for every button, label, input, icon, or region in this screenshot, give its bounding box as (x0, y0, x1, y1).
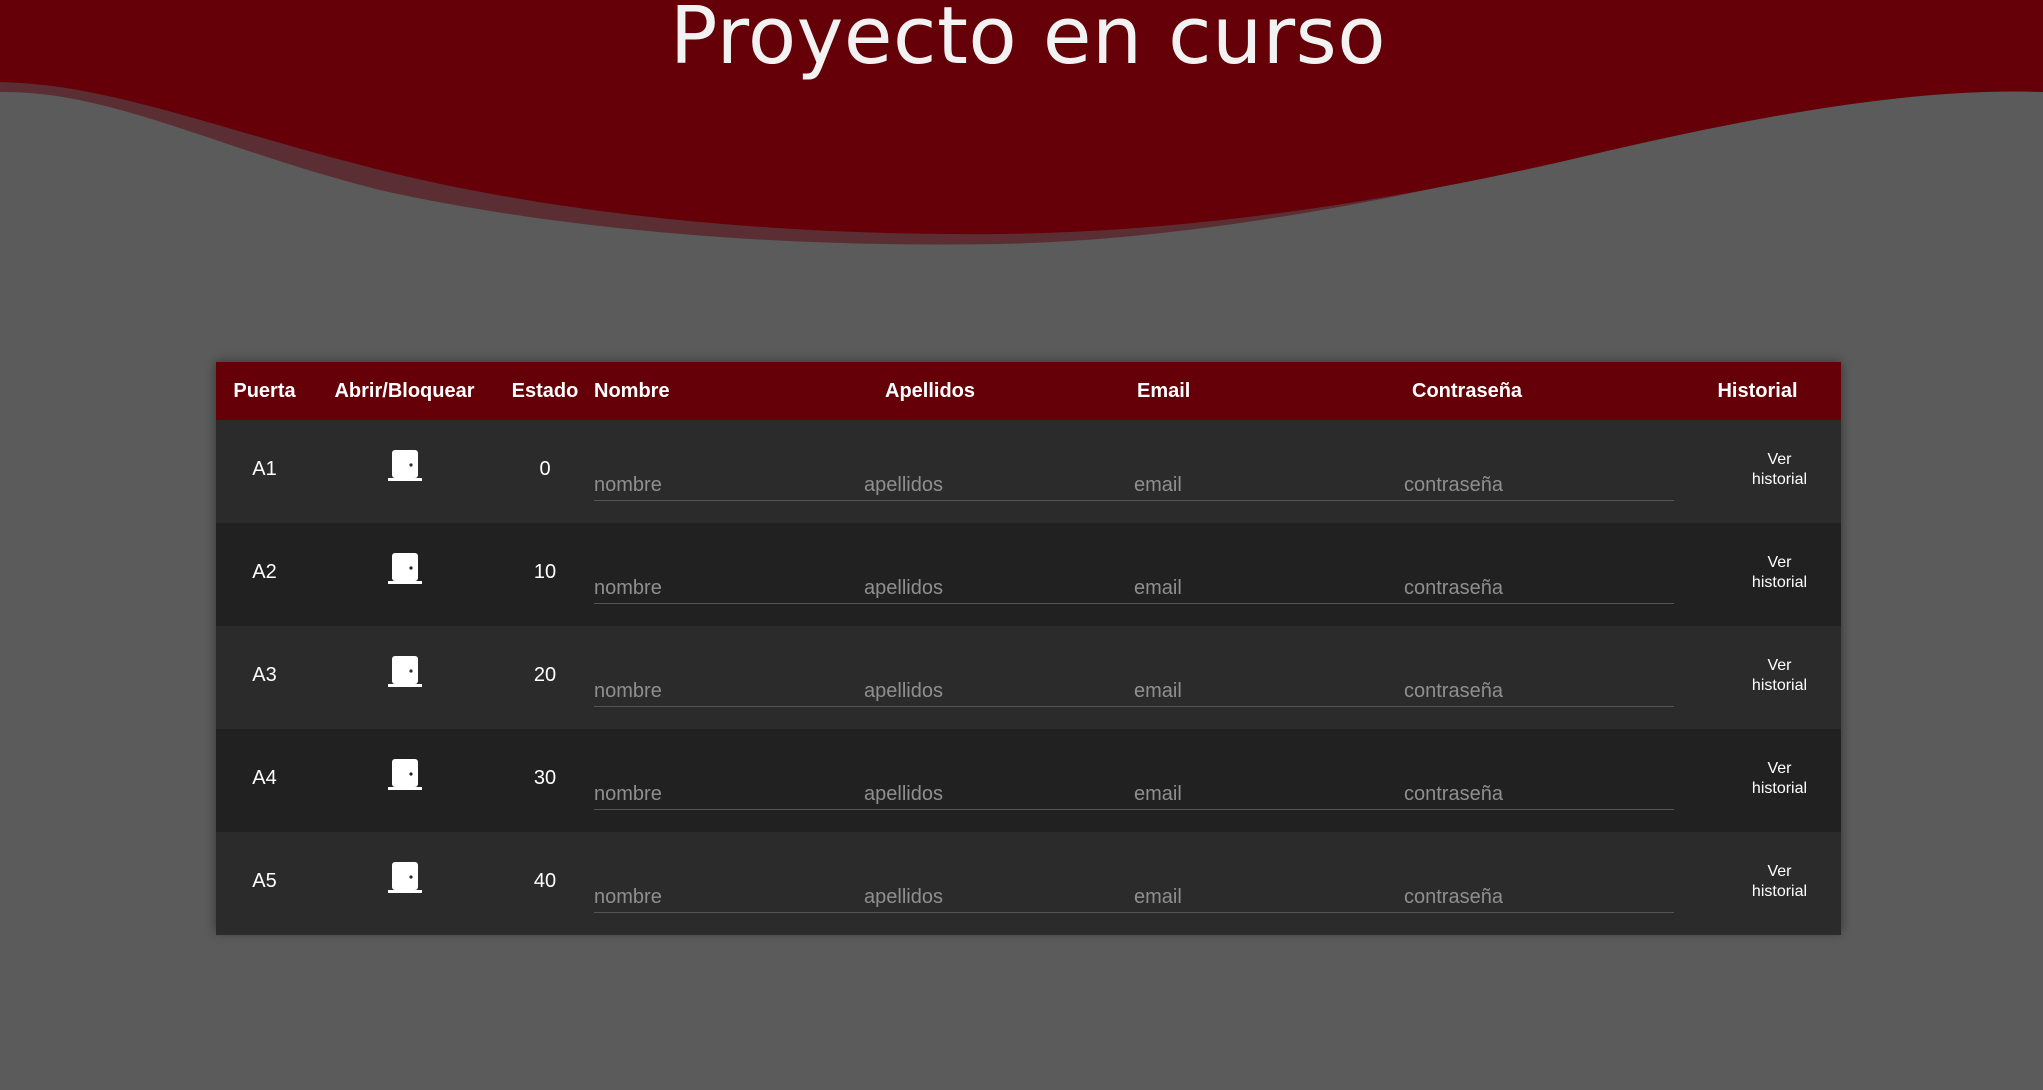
historial-cell: Ver historial (1674, 626, 1841, 729)
nombre-cell (594, 729, 864, 832)
ver-historial-button[interactable]: Ver historial (1745, 553, 1815, 593)
email-input[interactable] (1134, 883, 1404, 913)
table-row: A1 0 Ver historial (216, 420, 1841, 523)
contrasena-input[interactable] (1404, 471, 1674, 501)
apellidos-cell (864, 626, 1134, 729)
apellidos-input[interactable] (864, 883, 1134, 913)
door-icon[interactable] (387, 758, 423, 792)
header-nombre: Nombre (594, 379, 670, 402)
email-input[interactable] (1134, 677, 1404, 707)
nombre-input[interactable] (594, 780, 864, 810)
ver-historial-button[interactable]: Ver historial (1745, 656, 1815, 696)
nombre-input[interactable] (594, 677, 864, 707)
email-input[interactable] (1134, 574, 1404, 604)
historial-cell: Ver historial (1674, 832, 1841, 935)
door-id: A2 (252, 561, 277, 583)
door-state: 20 (533, 664, 557, 686)
apellidos-cell (864, 832, 1134, 935)
table-row: A2 10 Ver historial (216, 523, 1841, 626)
header-historial: Historial (1717, 379, 1798, 402)
contrasena-cell (1404, 729, 1674, 832)
door-icon[interactable] (387, 655, 423, 689)
email-input[interactable] (1134, 780, 1404, 810)
apellidos-input[interactable] (864, 471, 1134, 501)
table-row: A5 40 Ver historial (216, 832, 1841, 935)
email-cell (1134, 729, 1404, 832)
door-id: A5 (252, 870, 277, 892)
doors-table: Puerta Abrir/Bloquear Estado Nombre Apel… (216, 362, 1841, 935)
contrasena-cell (1404, 420, 1674, 523)
ver-historial-button[interactable]: Ver historial (1745, 450, 1815, 490)
apellidos-input[interactable] (864, 780, 1134, 810)
historial-cell: Ver historial (1674, 420, 1841, 523)
email-cell (1134, 626, 1404, 729)
header-estado: Estado (511, 379, 579, 402)
door-toggle-cell (313, 729, 496, 832)
header-email: Email (1137, 379, 1191, 402)
email-cell (1134, 523, 1404, 626)
door-state: 10 (533, 561, 557, 583)
historial-cell: Ver historial (1674, 729, 1841, 832)
nombre-input[interactable] (594, 883, 864, 913)
door-icon[interactable] (387, 552, 423, 586)
ver-historial-button[interactable]: Ver historial (1745, 759, 1815, 799)
table-row: A4 30 Ver historial (216, 729, 1841, 832)
header-contrasena: Contraseña (1412, 379, 1523, 402)
apellidos-cell (864, 420, 1134, 523)
header-apellidos: Apellidos (885, 379, 976, 402)
contrasena-cell (1404, 832, 1674, 935)
email-cell (1134, 420, 1404, 523)
apellidos-input[interactable] (864, 677, 1134, 707)
door-state: 30 (533, 767, 557, 789)
apellidos-input[interactable] (864, 574, 1134, 604)
door-toggle-cell (313, 832, 496, 935)
table-row: A3 20 Ver historial (216, 626, 1841, 729)
email-input[interactable] (1134, 471, 1404, 501)
ver-historial-button[interactable]: Ver historial (1745, 862, 1815, 902)
door-id: A1 (252, 458, 277, 480)
nombre-cell (594, 420, 864, 523)
nombre-input[interactable] (594, 574, 864, 604)
table-body: A1 0 Ver historial (216, 420, 1841, 935)
contrasena-input[interactable] (1404, 677, 1674, 707)
door-id: A3 (252, 664, 277, 686)
door-state: 40 (533, 870, 557, 892)
apellidos-cell (864, 729, 1134, 832)
contrasena-cell (1404, 626, 1674, 729)
door-toggle-cell (313, 523, 496, 626)
door-state: 0 (539, 458, 551, 480)
table-header: Puerta Abrir/Bloquear Estado Nombre Apel… (216, 362, 1841, 420)
contrasena-cell (1404, 523, 1674, 626)
door-icon[interactable] (387, 449, 423, 483)
header-abrir-bloquear: Abrir/Bloquear (334, 379, 475, 402)
contrasena-input[interactable] (1404, 780, 1674, 810)
doors-table-card: Puerta Abrir/Bloquear Estado Nombre Apel… (216, 362, 1841, 935)
page-title: Proyecto en curso (669, 0, 1387, 82)
header-puerta: Puerta (233, 379, 296, 402)
contrasena-input[interactable] (1404, 574, 1674, 604)
door-id: A4 (252, 767, 277, 789)
nombre-cell (594, 626, 864, 729)
door-toggle-cell (313, 420, 496, 523)
nombre-cell (594, 523, 864, 626)
contrasena-input[interactable] (1404, 883, 1674, 913)
door-icon[interactable] (387, 861, 423, 895)
apellidos-cell (864, 523, 1134, 626)
door-toggle-cell (313, 626, 496, 729)
email-cell (1134, 832, 1404, 935)
table-header-row: Puerta Abrir/Bloquear Estado Nombre Apel… (216, 362, 1841, 420)
nombre-input[interactable] (594, 471, 864, 501)
historial-cell: Ver historial (1674, 523, 1841, 626)
nombre-cell (594, 832, 864, 935)
